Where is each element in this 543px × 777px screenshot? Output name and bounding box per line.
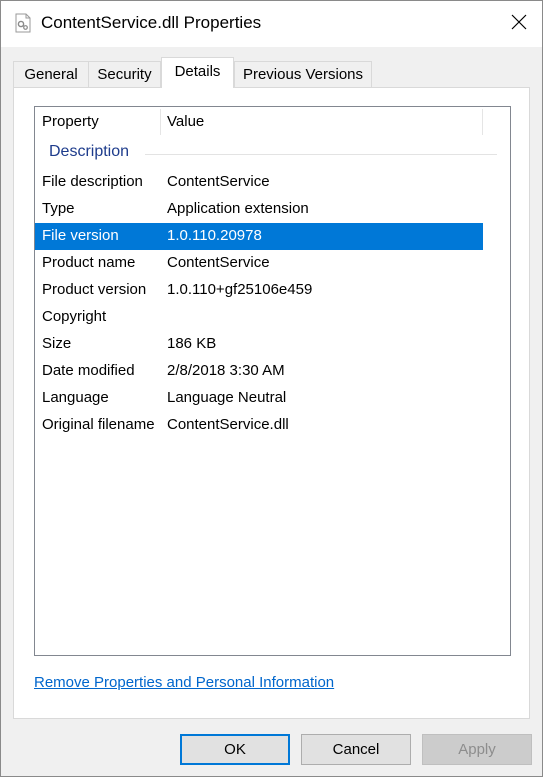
- property-value: ContentService: [167, 254, 270, 271]
- table-row[interactable]: Product version 1.0.110+gf25106e459: [35, 277, 483, 304]
- property-value: 186 KB: [167, 335, 217, 352]
- ok-button[interactable]: OK: [180, 734, 290, 765]
- table-row[interactable]: Original filename ContentService.dll: [35, 412, 483, 439]
- remove-properties-link[interactable]: Remove Properties and Personal Informati…: [34, 674, 334, 691]
- tab-details[interactable]: Details: [161, 57, 234, 88]
- properties-window: ContentService.dll Properties General Se…: [0, 0, 543, 777]
- close-icon: [511, 14, 527, 34]
- property-value: Application extension: [167, 200, 309, 217]
- property-name: File description: [42, 173, 143, 190]
- column-divider[interactable]: [482, 109, 483, 135]
- property-value: Language Neutral: [167, 389, 287, 406]
- cancel-button[interactable]: Cancel: [301, 734, 411, 765]
- property-name: Original filename: [42, 416, 155, 433]
- table-row[interactable]: Copyright: [35, 304, 483, 331]
- group-header-description[interactable]: Description: [49, 143, 129, 161]
- property-value: ContentService.dll: [167, 416, 289, 433]
- table-row[interactable]: Size 186 KB: [35, 331, 483, 358]
- property-name: Language: [42, 389, 109, 406]
- dll-file-icon: [15, 13, 31, 33]
- property-value: 2/8/2018 3:30 AM: [167, 362, 285, 379]
- window-title: ContentService.dll Properties: [41, 13, 262, 32]
- column-divider[interactable]: [160, 109, 161, 135]
- column-header-value[interactable]: Value: [167, 113, 204, 130]
- details-panel: Property Value Description File descript…: [13, 87, 530, 719]
- property-name: Type: [42, 200, 75, 217]
- property-name: Size: [42, 335, 72, 352]
- property-name: Copyright: [42, 308, 107, 325]
- table-row-selected[interactable]: File version 1.0.110.20978: [35, 223, 483, 250]
- property-name: Date modified: [42, 362, 135, 379]
- close-button[interactable]: [496, 1, 542, 47]
- listview-header: Property Value: [35, 107, 510, 137]
- title-bar: ContentService.dll Properties: [1, 1, 542, 47]
- property-value: ContentService: [167, 173, 270, 190]
- table-row[interactable]: Date modified 2/8/2018 3:30 AM: [35, 358, 483, 385]
- property-value: 1.0.110.20978: [167, 227, 262, 244]
- details-listview[interactable]: Property Value Description File descript…: [34, 106, 511, 656]
- property-name: File version: [42, 227, 119, 244]
- tab-security[interactable]: Security: [88, 61, 161, 87]
- table-row[interactable]: Language Language Neutral: [35, 385, 483, 412]
- table-row[interactable]: File description ContentService: [35, 169, 483, 196]
- tab-previous-versions[interactable]: Previous Versions: [234, 61, 372, 87]
- property-name: Product name: [42, 254, 136, 271]
- property-name: Product version: [42, 281, 147, 298]
- group-divider: [145, 154, 497, 155]
- table-row[interactable]: Type Application extension: [35, 196, 483, 223]
- table-row[interactable]: Product name ContentService: [35, 250, 483, 277]
- column-header-property[interactable]: Property: [42, 113, 99, 130]
- apply-button[interactable]: Apply: [422, 734, 532, 765]
- tab-general[interactable]: General: [13, 61, 89, 87]
- property-value: 1.0.110+gf25106e459: [167, 281, 313, 298]
